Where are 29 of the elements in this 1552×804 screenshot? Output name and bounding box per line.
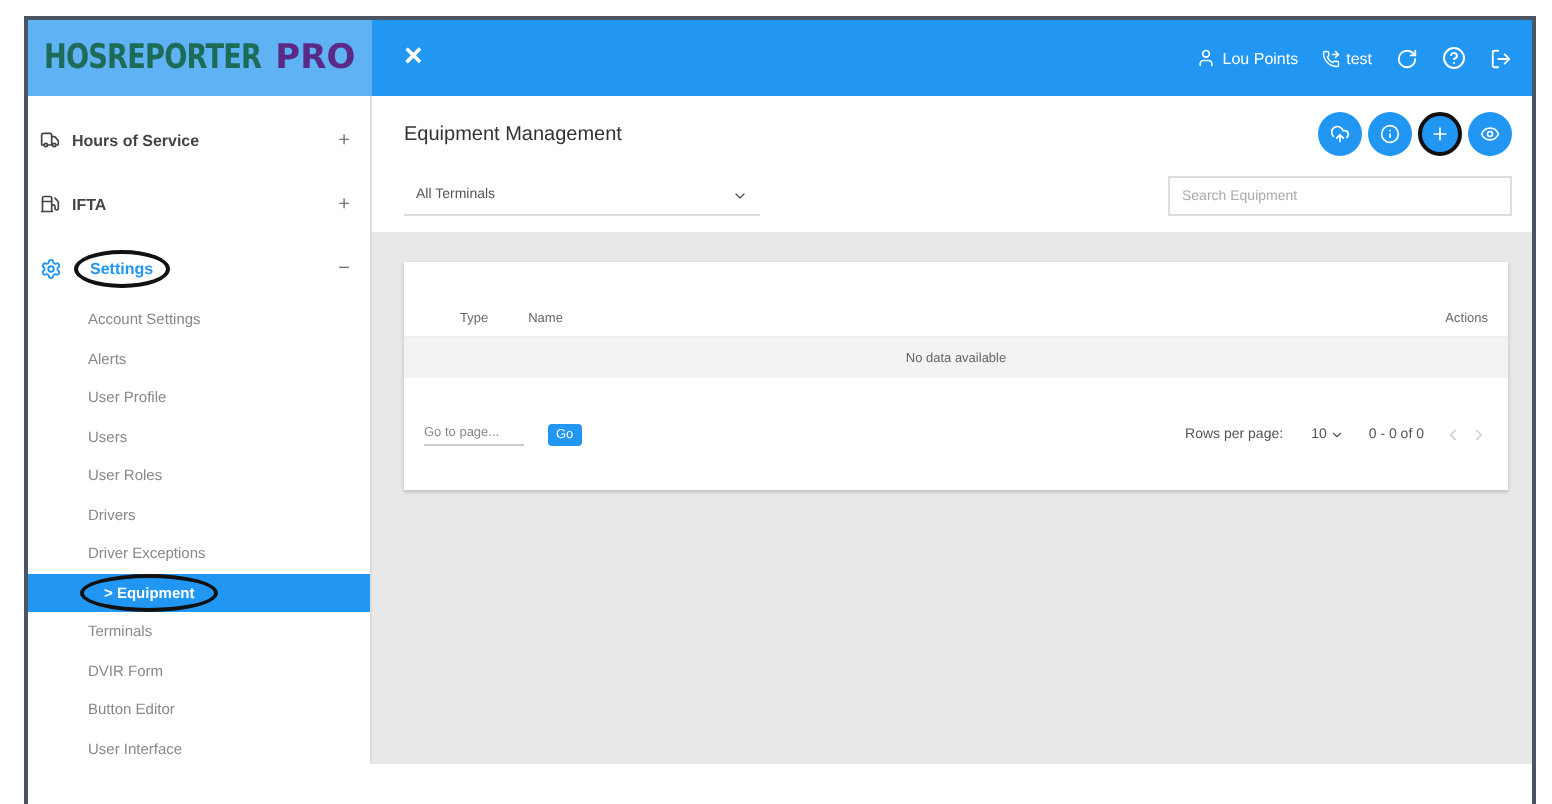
caret-icon — [1330, 427, 1345, 441]
upload-button[interactable] — [1318, 112, 1362, 156]
close-button[interactable]: × — [396, 40, 431, 76]
sidebar-item[interactable]: IFTA — [72, 189, 107, 219]
truck-icon — [40, 130, 60, 150]
user-icon — [1196, 48, 1217, 68]
next-page-button[interactable] — [1470, 425, 1488, 443]
page-title: Equipment Management — [404, 123, 622, 145]
eye-icon — [1480, 124, 1500, 144]
info-icon — [1380, 124, 1400, 144]
plus-icon — [1430, 124, 1450, 144]
sidebar-item[interactable]: Hours of Service — [72, 125, 200, 155]
user-link[interactable]: Lou Points — [1196, 48, 1299, 68]
logo-text: HOSREPORTER — [44, 38, 262, 78]
previous-page-button[interactable] — [1444, 425, 1462, 443]
refresh-icon[interactable] — [1396, 47, 1418, 69]
fuel-pump-icon — [40, 194, 60, 214]
sidebar-item[interactable]: Settings — [74, 249, 170, 287]
expand-toggle[interactable]: + — [338, 193, 350, 215]
help-icon[interactable] — [1442, 46, 1466, 70]
cloud-upload-icon — [1330, 124, 1350, 144]
logout-icon[interactable] — [1490, 47, 1512, 69]
phone-link[interactable]: test — [1322, 49, 1372, 67]
settings-icon — [40, 257, 62, 279]
phone-icon — [1322, 49, 1341, 67]
logo-accent-text: PRO — [275, 38, 356, 78]
add-button[interactable] — [1418, 112, 1462, 156]
expand-toggle[interactable]: + — [338, 129, 350, 151]
expand-toggle[interactable]: − — [338, 257, 350, 279]
